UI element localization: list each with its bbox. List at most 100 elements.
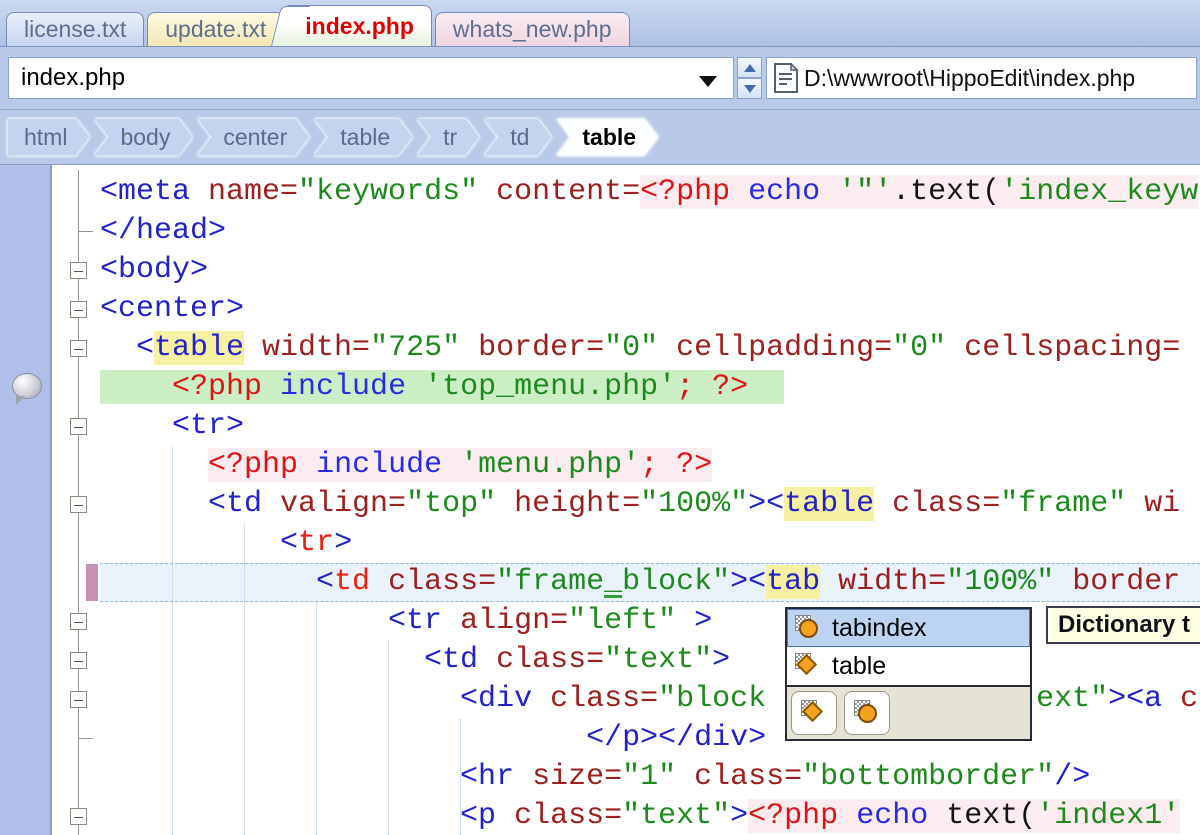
breadcrumb-item-center[interactable]: center	[197, 119, 309, 156]
code-token: table	[154, 331, 244, 365]
breadcrumb-item-table[interactable]: table	[314, 119, 412, 156]
spin-down-button[interactable]	[737, 78, 762, 99]
code-line[interactable]: <tr align="left" >	[100, 602, 1200, 641]
file-path-display[interactable]: D:\wwwroot\HippoEdit\index.php	[766, 57, 1197, 99]
code-line[interactable]: <?php include 'menu.php'; ?>	[100, 446, 1200, 485]
code-line[interactable]: <body>	[100, 251, 1200, 290]
tab-index-php[interactable]: index.php	[287, 5, 432, 46]
breadcrumb-item-wrap: center	[197, 119, 309, 156]
fold-toggle[interactable]	[70, 418, 87, 435]
tab-bar: license.txtupdate.txtindex.php whats_new.…	[0, 0, 1200, 47]
code-token: "100%"	[946, 565, 1054, 599]
code-token: <	[100, 331, 154, 365]
code-line[interactable]: <?php include 'top_menu.php'; ?>	[100, 368, 1200, 407]
completion-item-table[interactable]: table	[787, 647, 1030, 685]
filter-attribute-button[interactable]	[844, 691, 890, 735]
code-line[interactable]: <meta name="keywords" content=<?php echo…	[100, 173, 1200, 212]
code-token: ; ?>	[640, 448, 712, 482]
fold-toggle[interactable]	[70, 652, 87, 669]
breadcrumb-item-wrap: body	[94, 119, 192, 156]
breadcrumb-item-html[interactable]: html	[8, 119, 89, 156]
code-token: <	[100, 526, 298, 560]
file-path-text: D:\wwwroot\HippoEdit\index.php	[804, 65, 1135, 92]
code-line[interactable]: <tr>	[100, 524, 1200, 563]
code-token: "0"	[604, 331, 658, 365]
code-line[interactable]: </p></div>	[100, 719, 1200, 758]
filter-tag-button[interactable]	[791, 691, 837, 735]
tab-license-txt[interactable]: license.txt	[6, 12, 144, 46]
code-token: wi	[1126, 487, 1180, 521]
bookmark-bubble-icon	[12, 373, 42, 399]
breadcrumb-item-body[interactable]: body	[94, 119, 192, 156]
code-token: <p	[100, 799, 514, 833]
code-token: <?php	[208, 448, 316, 482]
code-token: "0"	[892, 331, 946, 365]
code-token: 'index1'	[1036, 799, 1180, 833]
breadcrumb-item-td[interactable]: td	[484, 119, 551, 156]
code-line[interactable]: <div class="blockext"><a c	[100, 680, 1200, 719]
code-line[interactable]: <td class="frame_block"><tab width="100%…	[100, 563, 1200, 602]
code-token: "frame_block"	[496, 565, 730, 599]
breadcrumb-item-wrap: table	[314, 119, 412, 156]
breadcrumb-label: center	[223, 124, 287, 150]
code-token: "keywords"	[298, 175, 478, 209]
fold-toggle[interactable]	[70, 262, 87, 279]
code-line[interactable]: </head>	[100, 212, 1200, 251]
code-token: <body>	[100, 253, 208, 287]
code-token: >	[712, 643, 730, 677]
code-token: border=	[460, 331, 604, 365]
fold-toggle[interactable]	[70, 496, 87, 513]
fold-toggle[interactable]	[70, 613, 87, 630]
breadcrumb-item-table[interactable]: table	[556, 119, 658, 156]
code-token	[100, 448, 208, 482]
breadcrumb-item-tr[interactable]: tr	[417, 119, 479, 156]
attribute-icon-shape	[858, 704, 877, 723]
code-token: <?php	[172, 370, 280, 404]
code-area[interactable]: <meta name="keywords" content=<?php echo…	[100, 173, 1200, 835]
code-token: ><a	[1108, 682, 1162, 716]
code-line[interactable]: <hr size="1" class="bottomborder"/>	[100, 758, 1200, 797]
code-token: 'menu.php'	[460, 448, 640, 482]
code-token: size=	[532, 760, 622, 794]
code-token: >	[730, 799, 748, 833]
code-token: <?php	[748, 799, 856, 833]
code-line[interactable]: <center>	[100, 290, 1200, 329]
chevron-down-icon[interactable]	[699, 76, 717, 87]
code-line[interactable]: <tr>	[100, 407, 1200, 446]
file-selector-combobox[interactable]: index.php	[8, 57, 734, 99]
code-token: height=	[496, 487, 640, 521]
code-token: class=	[550, 682, 658, 716]
code-token: ><	[748, 487, 784, 521]
fold-toggle[interactable]	[70, 301, 87, 318]
toolbar: index.php D:\wwwroot\HippoEdit\index.php	[0, 47, 1200, 110]
fold-toggle[interactable]	[70, 340, 87, 357]
code-token: echo	[748, 175, 838, 209]
code-token: width=	[820, 565, 946, 599]
code-line[interactable]: <td valign="top" height="100%"><table cl…	[100, 485, 1200, 524]
breadcrumb-label: table	[582, 124, 636, 150]
tab-label: whats_new.php	[453, 16, 612, 42]
code-token: class=	[676, 760, 802, 794]
completion-item-label: table	[832, 652, 886, 681]
code-token: <td	[100, 487, 280, 521]
spin-up-button[interactable]	[737, 57, 762, 78]
code-token: <div	[100, 682, 550, 716]
code-line[interactable]: <td class="text">	[100, 641, 1200, 680]
code-token: class=	[370, 565, 496, 599]
code-token: "left"	[568, 604, 676, 638]
breadcrumb: htmlbodycentertabletrtdtable	[0, 110, 1200, 165]
code-token: .text(	[892, 175, 1000, 209]
code-token: />	[1054, 760, 1090, 794]
code-token: >	[676, 604, 712, 638]
breadcrumb-item-wrap: td	[484, 119, 551, 156]
arrow-up-icon	[744, 64, 756, 72]
fold-toggle[interactable]	[70, 808, 87, 825]
tab-update-txt[interactable]: update.txt	[147, 12, 284, 46]
fold-toggle[interactable]	[70, 691, 87, 708]
completion-item-tabindex[interactable]: tabindex	[787, 609, 1030, 647]
tab-whats-new-php[interactable]: whats_new.php	[435, 12, 630, 46]
code-line[interactable]: <table width="725" border="0" cellpaddin…	[100, 329, 1200, 368]
completion-popup: tabindex table	[785, 607, 1032, 741]
code-token: "100%"	[640, 487, 748, 521]
code-line[interactable]: <p class="text"><?php echo text('index1'	[100, 797, 1200, 835]
